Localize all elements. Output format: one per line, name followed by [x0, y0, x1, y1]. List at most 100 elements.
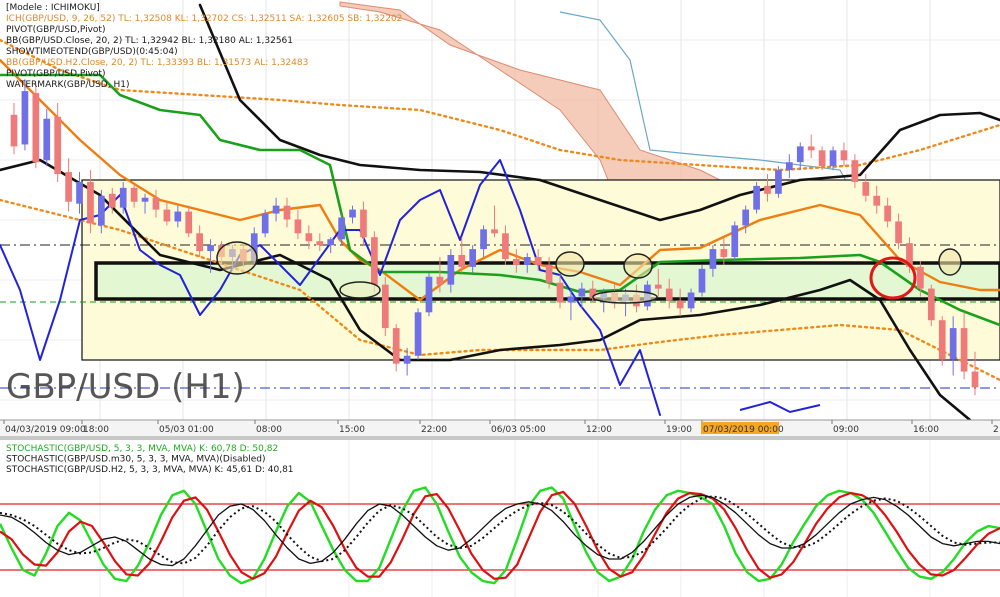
candle-body — [65, 172, 72, 202]
candle-body — [261, 213, 269, 234]
candle-body — [360, 209, 367, 238]
time-label: 07/03/2019 00:00 — [703, 425, 784, 435]
stoch-legend-line: STOCHASTIC(GBP/USD.m30, 5, 3, 3, MVA, MV… — [6, 455, 266, 465]
candle-body — [818, 150, 826, 167]
candle-body — [414, 312, 422, 356]
candle-body — [851, 160, 859, 182]
legend-line: [Modele : ICHIMOKU] — [6, 3, 100, 13]
candle-body — [130, 187, 138, 202]
candle-body — [578, 288, 586, 297]
time-label: 08:00 — [256, 425, 282, 435]
candle-body — [720, 249, 728, 257]
legend-line: BB(GBP/USD.H2.Close, 20, 2) TL: 1,33393 … — [6, 58, 308, 68]
candle-body — [349, 209, 356, 218]
candle-body — [687, 292, 695, 309]
time-label: 19:00 — [666, 425, 692, 435]
candle-body — [949, 328, 957, 360]
time-label: 16:00 — [913, 425, 939, 435]
candle-body — [185, 211, 193, 234]
time-label: 18:00 — [83, 425, 109, 435]
annotation-ellipse — [592, 290, 658, 304]
candle-body — [796, 146, 804, 163]
stoch-legend-line: STOCHASTIC(GBP/USD.H2, 5, 3, 3, MVA, MVA… — [6, 465, 294, 475]
candle-body — [512, 258, 520, 265]
time-label: 04/03/2019 09:00 — [5, 425, 86, 435]
annotation-ellipse — [555, 251, 585, 277]
time-label: 15:00 — [339, 425, 365, 435]
candle-body — [207, 245, 214, 252]
candle-body — [938, 320, 946, 360]
legend-line: PIVOT(GBP/USD,Pivot) — [6, 25, 105, 35]
candle-body — [196, 233, 203, 252]
time-label: 06/03 05:00 — [491, 425, 546, 435]
candle-body — [665, 288, 673, 301]
candle-body — [807, 146, 815, 151]
candle-body — [862, 181, 870, 196]
annotation-ellipse — [938, 248, 962, 276]
legend-line: BB(GBP/USD.Close, 20, 2) TL: 1,32942 BL:… — [6, 36, 293, 46]
legend-line: ICH(GBP/USD, 9, 26, 52) TL: 1,32508 KL: … — [6, 14, 402, 24]
candle-body — [87, 181, 94, 224]
time-label: 05/03 01:00 — [159, 425, 214, 435]
time-axis: 04/03/2019 09:0018:00 05/03 01:00 08:00 15:… — [0, 419, 1000, 436]
candle-body — [108, 193, 116, 208]
candle — [414, 308, 422, 360]
candle — [753, 181, 760, 214]
legend-line: WATERMARK(GBP/USD, H1) — [6, 80, 129, 90]
candle-body — [917, 266, 924, 289]
candle-body — [119, 187, 127, 208]
candle — [775, 166, 782, 198]
candle-body — [10, 114, 18, 147]
candle-body — [676, 300, 684, 309]
candle-body — [567, 296, 575, 303]
candle-body — [152, 197, 160, 210]
candle — [261, 209, 269, 238]
candle-body — [436, 276, 444, 285]
candle — [927, 284, 935, 327]
candle-body — [764, 185, 771, 194]
candle-body — [43, 118, 51, 161]
annotation-ellipse — [216, 241, 258, 275]
candle-body — [272, 205, 280, 214]
candle-body — [283, 205, 291, 220]
candle — [32, 83, 40, 169]
candle — [425, 272, 433, 317]
panel-separator[interactable] — [0, 436, 1000, 440]
candle-body — [502, 233, 509, 259]
candle-body — [403, 355, 411, 364]
candle-body — [829, 150, 837, 167]
candle-body — [698, 268, 706, 293]
annotation-ellipse — [623, 253, 653, 279]
time-label: 09:00 — [833, 425, 859, 435]
candle-body — [32, 93, 40, 163]
trading-chart[interactable]: GBP/USD (H1) [Modele : ICHIMOKU]ICH(GBP/… — [0, 0, 1000, 597]
candle-body — [425, 276, 433, 313]
candle-body — [392, 328, 400, 364]
candle-body — [469, 249, 477, 267]
candle — [731, 221, 739, 261]
candle-body — [884, 205, 891, 222]
candle-body — [98, 195, 105, 226]
time-label: 2 — [993, 425, 999, 435]
chart-watermark: GBP/USD (H1) — [6, 367, 245, 407]
candle-body — [523, 257, 531, 265]
stoch-legend: STOCHASTIC(GBP/USD, 5, 3, 3, MVA, MVA) K… — [6, 444, 294, 475]
candle-body — [163, 209, 171, 222]
candle — [938, 316, 946, 366]
candle-body — [491, 229, 498, 234]
candle-body — [775, 170, 782, 194]
candle-body — [338, 217, 345, 240]
legend-line: SHOWTIMEOTEND(GBP/USD)(0:45:04) — [6, 47, 178, 57]
candle-body — [458, 255, 466, 267]
candle-body — [327, 239, 335, 246]
candle-body — [731, 225, 739, 257]
candle-body — [21, 91, 29, 145]
candle-body — [709, 249, 717, 269]
stoch-legend-line: STOCHASTIC(GBP/USD, 5, 3, 3, MVA, MVA) K… — [6, 444, 278, 454]
candle-body — [654, 284, 662, 289]
candle-body — [556, 282, 564, 303]
time-label: 12:00 — [586, 425, 612, 435]
candle — [381, 276, 389, 336]
candle-body — [786, 162, 793, 171]
candle-body — [371, 237, 378, 285]
